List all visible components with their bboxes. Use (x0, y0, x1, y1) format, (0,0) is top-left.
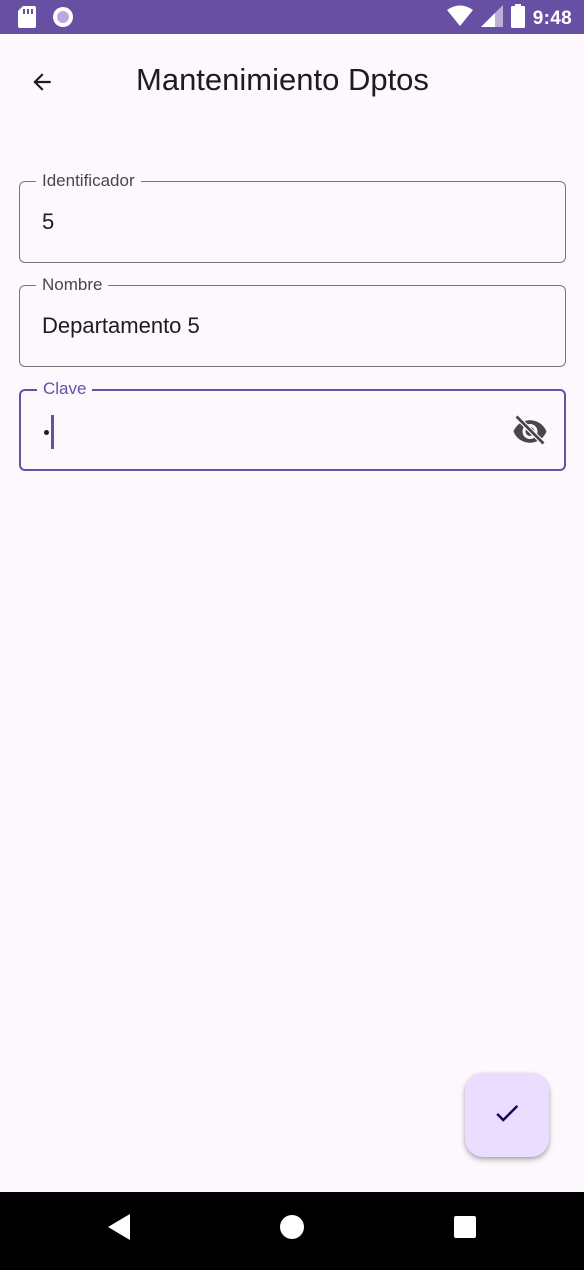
toggle-password-visibility-button[interactable] (512, 414, 548, 446)
clave-password-field[interactable]: Clave (19, 378, 566, 471)
nombre-label: Nombre (36, 274, 109, 296)
clock: 9:48 (532, 7, 572, 29)
identificador-label: Identificador (36, 170, 141, 192)
back-button[interactable] (22, 64, 62, 104)
password-mask-dot (44, 430, 49, 435)
visibility-off-icon (512, 414, 548, 449)
nav-back-icon[interactable] (108, 1214, 132, 1245)
battery-icon (510, 4, 525, 33)
check-icon (492, 1098, 522, 1133)
save-fab-button[interactable] (465, 1073, 549, 1157)
nav-recents-icon[interactable] (454, 1216, 476, 1238)
arrow-back-icon (29, 69, 55, 100)
nav-home-icon[interactable] (280, 1215, 304, 1239)
top-app-bar: Mantenimiento Dptos (0, 34, 584, 130)
identificador-value: 5 (42, 209, 55, 234)
circle-notification-icon (52, 6, 74, 33)
signal-icon (480, 5, 503, 32)
text-cursor (51, 415, 54, 449)
page-title: Mantenimiento Dptos (136, 62, 429, 97)
sd-card-icon (18, 6, 36, 33)
nombre-field[interactable]: Nombre Departamento 5 (19, 274, 566, 367)
identificador-field[interactable]: Identificador 5 (19, 170, 566, 263)
status-bar: 9:48 (0, 0, 584, 34)
nombre-value: Departamento 5 (42, 313, 200, 338)
clave-label: Clave (37, 378, 93, 400)
wifi-icon (446, 5, 473, 32)
